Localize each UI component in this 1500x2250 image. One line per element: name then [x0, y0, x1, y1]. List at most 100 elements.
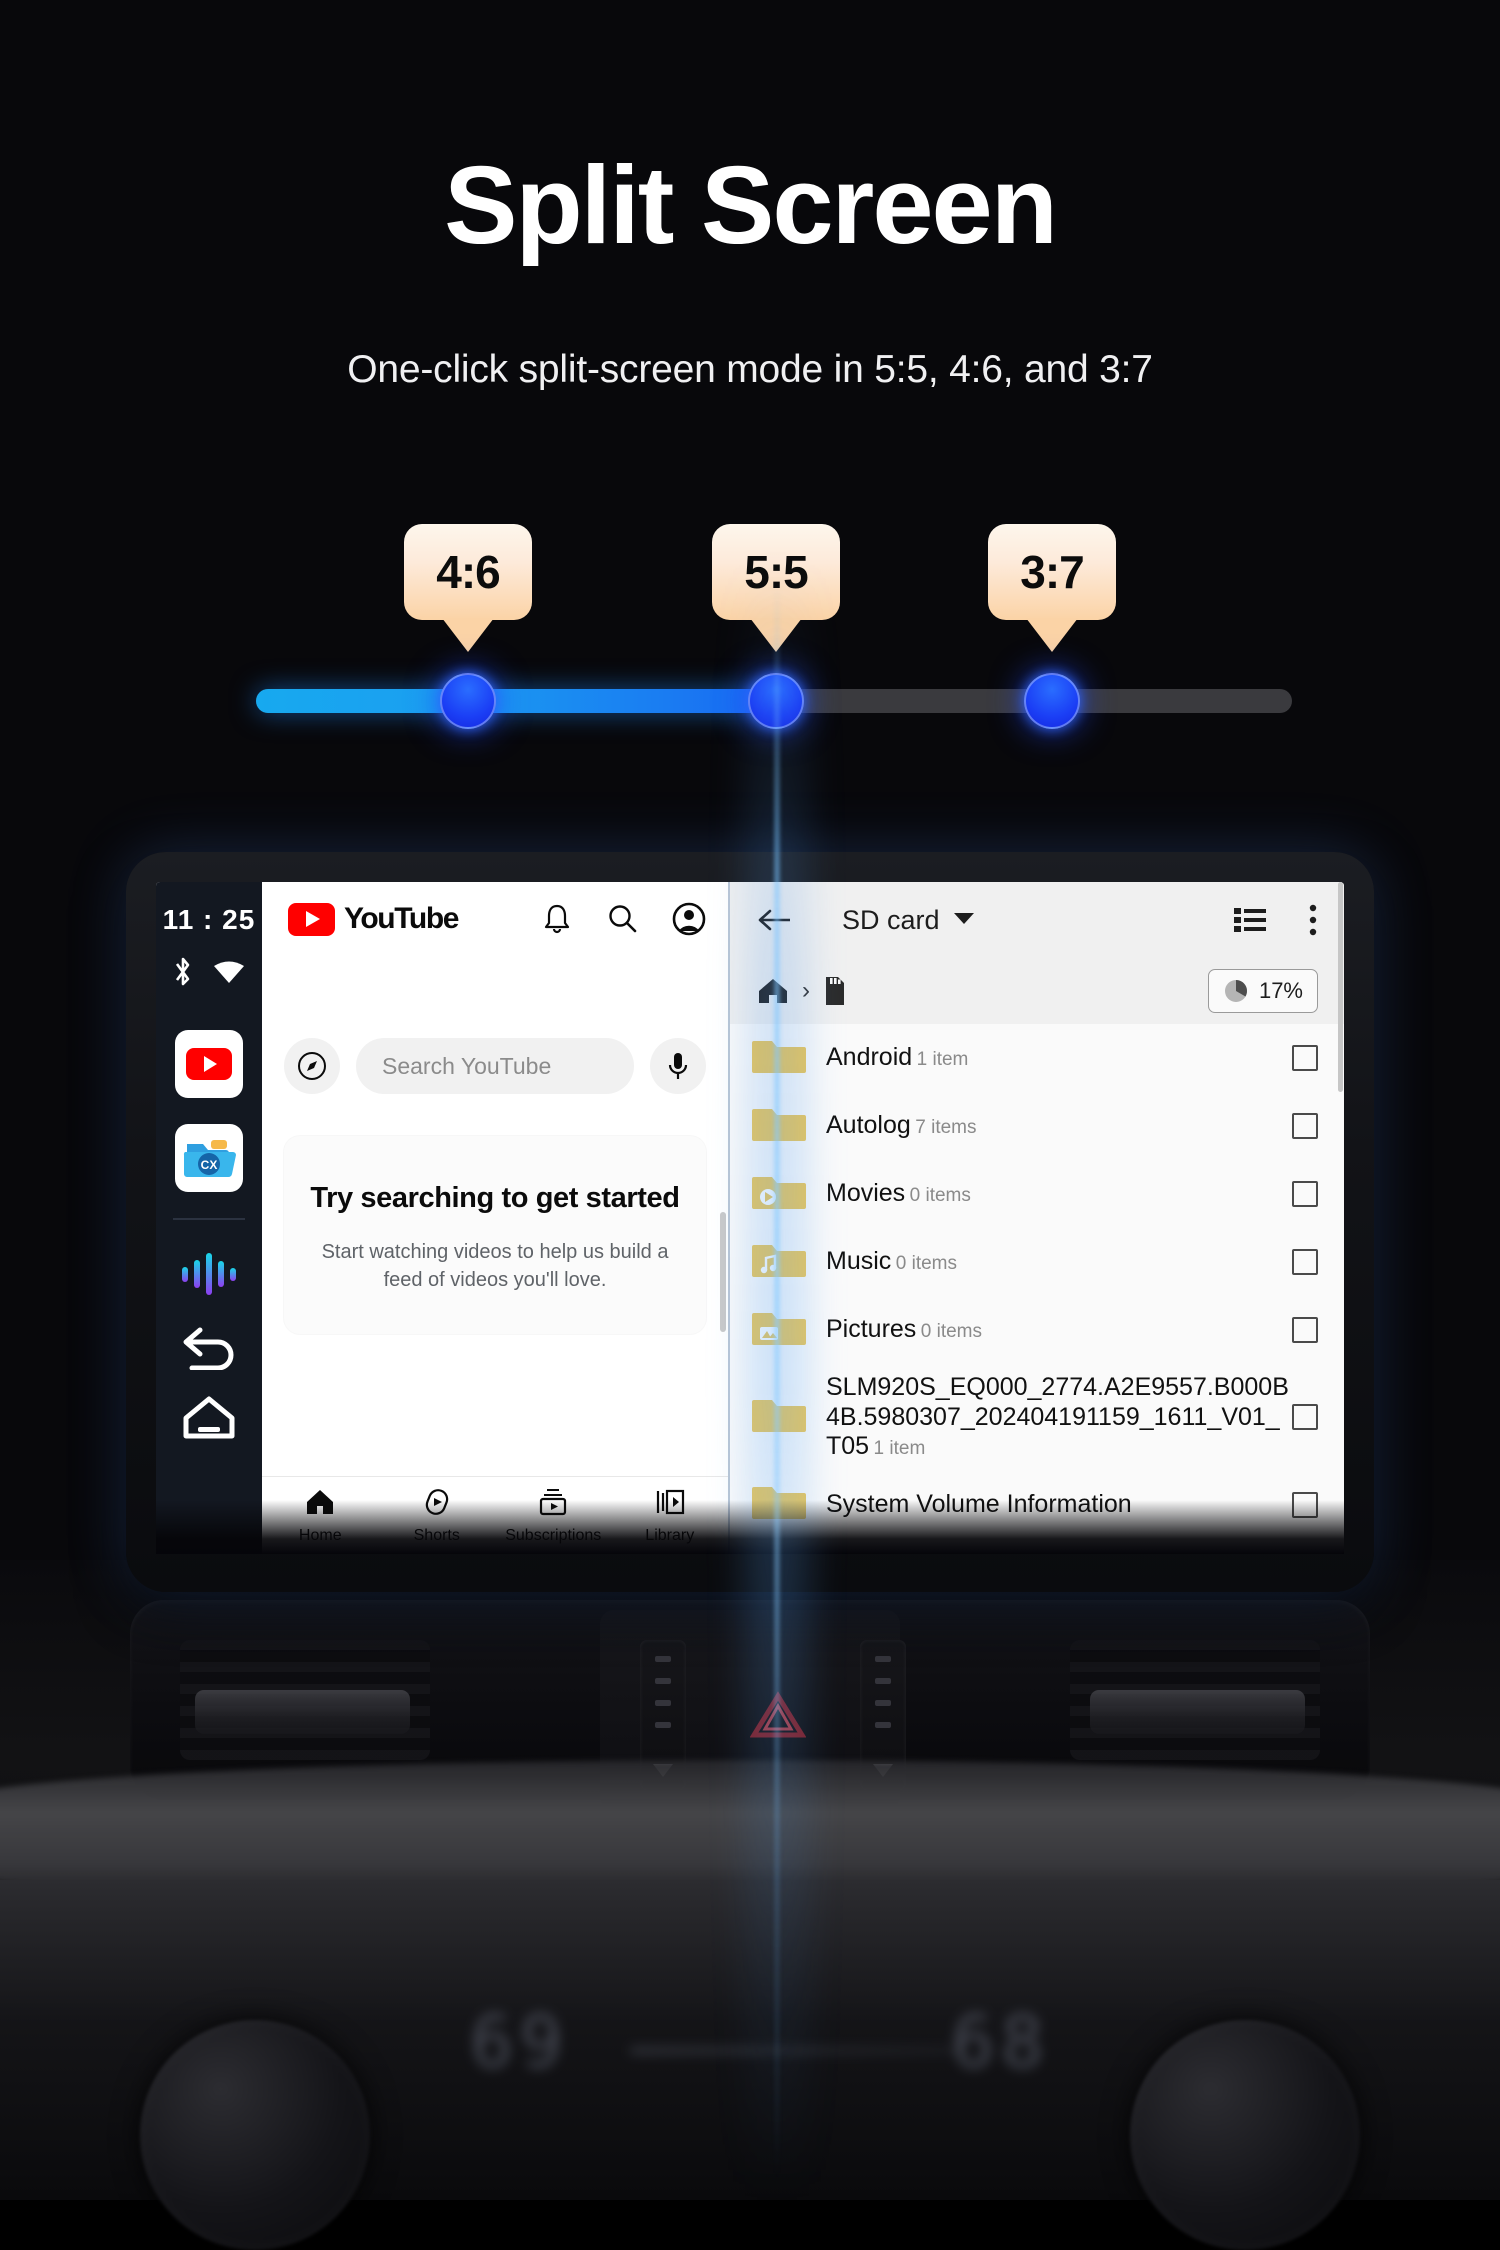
- vent-slider-right[interactable]: [1090, 1690, 1305, 1734]
- search-icon[interactable]: [606, 903, 638, 935]
- select-checkbox[interactable]: [1292, 1249, 1318, 1275]
- home-button[interactable]: [178, 1394, 240, 1442]
- folder-plain-icon: [752, 1103, 806, 1150]
- back-arrow-icon[interactable]: [756, 907, 794, 933]
- storage-usage-value: 17%: [1258, 978, 1303, 1003]
- more-vertical-icon[interactable]: [1308, 904, 1318, 936]
- file-manager-pane[interactable]: SD card › 17% Android 1 item Autolog 7 i…: [728, 882, 1344, 1554]
- shorts-icon: [425, 1488, 448, 1515]
- file-sub: 0 items: [909, 1185, 971, 1207]
- home-icon: [183, 1396, 235, 1439]
- badge-tail: [750, 618, 802, 652]
- file-manager-title: SD card: [842, 904, 940, 935]
- select-checkbox[interactable]: [1292, 1045, 1318, 1071]
- youtube-logo[interactable]: YouTube: [288, 902, 459, 936]
- list-item[interactable]: Movies 0 items: [730, 1160, 1344, 1228]
- ratio-badge-4-6[interactable]: 4:6: [404, 524, 532, 652]
- climate-display: 69 68: [380, 1990, 1120, 2120]
- list-item[interactable]: Autolog 7 items: [730, 1092, 1344, 1160]
- bell-icon[interactable]: [542, 902, 572, 936]
- ratio-badge-label: 5:5: [744, 546, 808, 598]
- youtube-pane[interactable]: YouTube Search YouTube Try searching to …: [262, 882, 728, 1554]
- explore-button[interactable]: [284, 1038, 340, 1094]
- select-checkbox[interactable]: [1292, 1181, 1318, 1207]
- empty-state-body: Start watching videos to help us build a…: [321, 1241, 669, 1292]
- ratio-badge-5-5[interactable]: 5:5: [712, 524, 840, 652]
- file-name: Pictures: [826, 1315, 917, 1344]
- select-checkbox[interactable]: [1292, 1113, 1318, 1139]
- file-sub: 1 item: [873, 1438, 926, 1459]
- list-item[interactable]: SLM920S_EQ000_2774.A2E9557.B000B4B.59803…: [730, 1364, 1344, 1471]
- home-icon[interactable]: [756, 976, 790, 1006]
- head-unit-screen[interactable]: 11 : 25 CX YouTube Search YouTube Try se…: [156, 882, 1344, 1554]
- caret-down-icon: [953, 912, 974, 924]
- youtube-wordmark: YouTube: [344, 902, 459, 935]
- microphone-icon: [668, 1053, 688, 1079]
- storage-usage-badge[interactable]: 17%: [1207, 969, 1318, 1013]
- slider-handle-5-5[interactable]: [748, 673, 804, 729]
- youtube-bottom-nav[interactable]: Home Shorts Subscriptions Library: [262, 1476, 728, 1554]
- breadcrumb[interactable]: › 17%: [730, 958, 1344, 1024]
- climate-temp-right: 68: [951, 2000, 1050, 2084]
- home-icon: [307, 1489, 334, 1514]
- app-icon-youtube[interactable]: [175, 1030, 243, 1098]
- back-button[interactable]: [178, 1322, 240, 1370]
- file-sub: 0 items: [895, 1253, 957, 1275]
- list-item[interactable]: Pictures 0 items: [730, 1296, 1344, 1364]
- pie-chart-icon: [1224, 980, 1247, 1002]
- list-item[interactable]: System Volume Information: [730, 1471, 1344, 1539]
- climate-fan-bar: [630, 2048, 960, 2053]
- climate-knob-left[interactable]: [140, 2020, 370, 2250]
- youtube-search-row[interactable]: Search YouTube: [262, 1038, 728, 1094]
- select-checkbox[interactable]: [1292, 1491, 1318, 1518]
- badge-tail: [1026, 618, 1078, 652]
- split-ratio-slider[interactable]: 4:6 5:5 3:7: [0, 0, 1500, 760]
- climate-knob-right[interactable]: [1130, 2020, 1360, 2250]
- folder-plain-icon: [752, 1481, 806, 1528]
- sd-card-icon[interactable]: [822, 975, 848, 1007]
- list-item[interactable]: Music 0 items: [730, 1228, 1344, 1296]
- slider-handle-4-6[interactable]: [440, 673, 496, 729]
- scrollbar-thumb[interactable]: [1338, 882, 1343, 1092]
- voice-search-button[interactable]: [650, 1038, 706, 1094]
- account-icon[interactable]: [672, 902, 706, 936]
- list-view-icon[interactable]: [1234, 907, 1266, 933]
- compass-icon: [298, 1052, 326, 1080]
- folder-plain-icon: [752, 1035, 806, 1082]
- file-manager-header: SD card: [730, 882, 1344, 958]
- nav-tab-shorts[interactable]: Shorts: [379, 1487, 496, 1545]
- slider-handle-3-7[interactable]: [1024, 673, 1080, 729]
- storage-dropdown-button[interactable]: [953, 911, 974, 930]
- climate-temp-left: 69: [470, 2000, 569, 2084]
- bluetooth-icon: [175, 957, 190, 986]
- file-sub: 0 items: [920, 1321, 983, 1343]
- nav-label: Shorts: [413, 1526, 460, 1544]
- file-list-scrollbar[interactable]: [1338, 882, 1344, 1554]
- search-input[interactable]: Search YouTube: [356, 1038, 634, 1094]
- equalizer-button[interactable]: [178, 1250, 240, 1298]
- empty-state-title: Try searching to get started: [310, 1182, 680, 1214]
- nav-label: Subscriptions: [505, 1526, 602, 1544]
- file-name: System Volume Information: [826, 1489, 1132, 1518]
- select-checkbox[interactable]: [1292, 1404, 1318, 1431]
- app-icon-cx-file-explorer[interactable]: CX: [175, 1124, 243, 1192]
- equalizer-icon: [182, 1253, 236, 1295]
- vent-slider-left[interactable]: [195, 1690, 410, 1734]
- nav-label: Library: [645, 1526, 695, 1544]
- badge-tail: [442, 618, 494, 652]
- file-list[interactable]: Android 1 item Autolog 7 items Movies 0 …: [730, 1024, 1344, 1554]
- folder-plain-icon: [752, 1394, 806, 1441]
- system-sidebar[interactable]: 11 : 25 CX: [156, 882, 262, 1554]
- ratio-badge-label: 4:6: [436, 546, 500, 598]
- ratio-badge-3-7[interactable]: 3:7: [988, 524, 1116, 652]
- hazard-triangle-icon: [749, 1691, 807, 1738]
- nav-tab-library[interactable]: Library: [612, 1487, 729, 1545]
- hazard-light-button[interactable]: [749, 1690, 807, 1740]
- nav-tab-subscriptions[interactable]: Subscriptions: [495, 1487, 612, 1545]
- nav-tab-home[interactable]: Home: [262, 1487, 379, 1545]
- subscriptions-icon: [540, 1488, 567, 1515]
- list-item[interactable]: Android 1 item: [730, 1024, 1344, 1092]
- youtube-scrollbar[interactable]: [720, 1212, 726, 1332]
- wifi-icon: [214, 961, 244, 983]
- select-checkbox[interactable]: [1292, 1317, 1318, 1343]
